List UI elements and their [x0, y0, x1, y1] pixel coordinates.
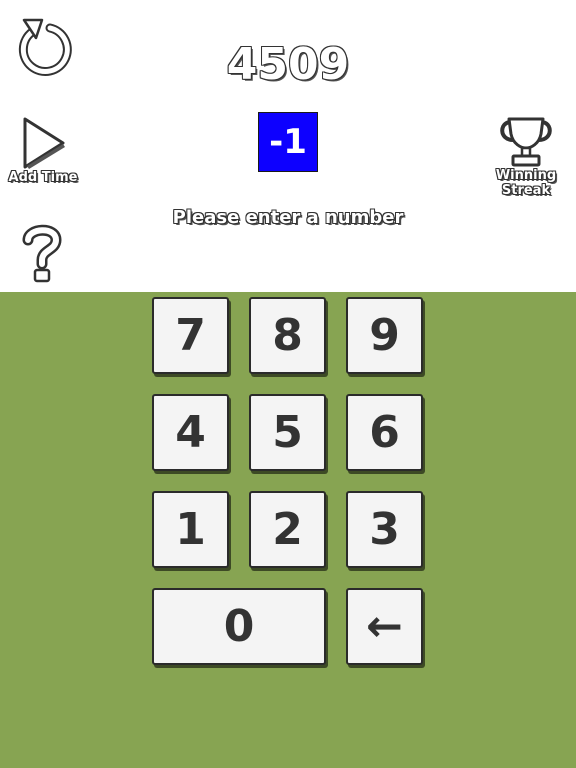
score-display: 4509: [226, 39, 350, 90]
help-button[interactable]: [22, 224, 62, 284]
add-time-button[interactable]: Add Time: [6, 116, 80, 185]
target-number: -1: [269, 122, 307, 162]
key-8[interactable]: 8: [249, 297, 326, 374]
key-6[interactable]: 6: [346, 394, 423, 471]
key-9[interactable]: 9: [346, 297, 423, 374]
target-number-box: -1: [258, 112, 318, 172]
key-2[interactable]: 2: [249, 491, 326, 568]
key-3[interactable]: 3: [346, 491, 423, 568]
key-5[interactable]: 5: [249, 394, 326, 471]
backspace-key[interactable]: ←: [346, 588, 423, 665]
key-4[interactable]: 4: [152, 394, 229, 471]
add-time-label: Add Time: [8, 170, 78, 185]
winning-streak-button[interactable]: Winning Streak: [492, 116, 560, 198]
key-0[interactable]: 0: [152, 588, 326, 665]
trophy-icon: [500, 117, 552, 167]
key-1[interactable]: 1: [152, 491, 229, 568]
play-icon: [23, 117, 65, 169]
status-message: Please enter a number: [172, 207, 404, 228]
question-mark-icon: [22, 224, 62, 283]
winning-streak-label: Winning Streak: [495, 168, 557, 198]
key-7[interactable]: 7: [152, 297, 229, 374]
